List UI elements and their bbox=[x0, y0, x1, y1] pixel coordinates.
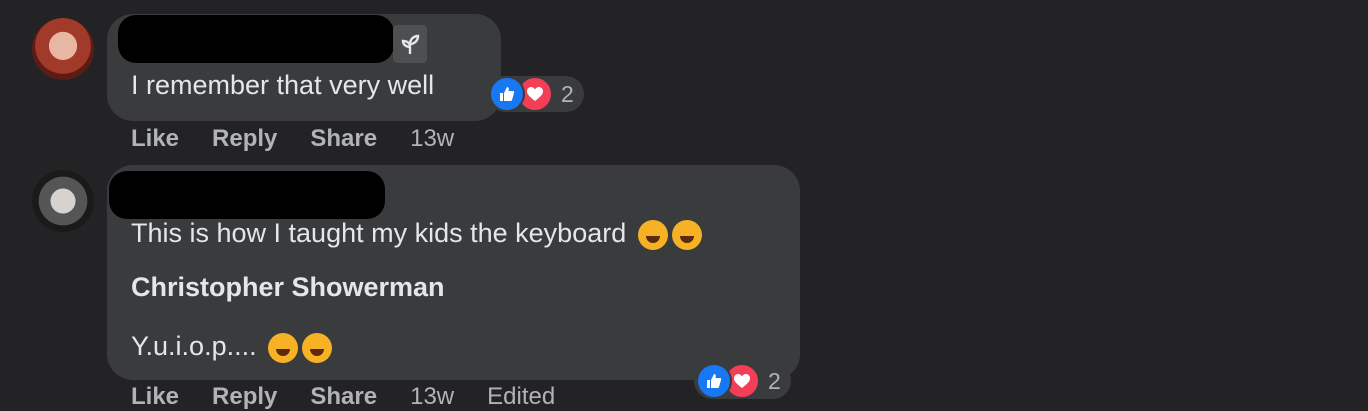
comment-text-content: This is how I taught my kids the keyboar… bbox=[131, 218, 627, 248]
like-button[interactable]: Like bbox=[131, 383, 179, 411]
comment-actions: Like Reply Share 13w Edited bbox=[131, 383, 555, 411]
laughing-emoji-icon bbox=[268, 332, 299, 363]
reply-button[interactable]: Reply bbox=[212, 383, 277, 411]
like-button[interactable]: Like bbox=[131, 125, 179, 153]
reaction-count: 2 bbox=[768, 367, 781, 394]
comment-actions: Like Reply Share 13w bbox=[131, 125, 487, 153]
rofl-emoji-icon bbox=[302, 332, 333, 363]
reply-button[interactable]: Reply bbox=[212, 125, 277, 153]
redacted-author-name bbox=[118, 15, 394, 63]
redacted-author-name bbox=[109, 171, 385, 219]
share-button[interactable]: Share bbox=[310, 383, 377, 411]
sprout-badge-icon bbox=[393, 25, 427, 63]
timestamp-link[interactable]: 13w bbox=[410, 383, 454, 411]
quoted-author-name[interactable]: Christopher Showerman bbox=[131, 272, 445, 303]
reaction-count: 2 bbox=[561, 80, 574, 107]
quoted-text-content: Y.u.i.o.p.... bbox=[131, 331, 257, 361]
laughing-emoji-icon bbox=[637, 219, 668, 250]
comment-text: This is how I taught my kids the keyboar… bbox=[131, 218, 702, 250]
share-button[interactable]: Share bbox=[310, 125, 377, 153]
like-icon bbox=[489, 76, 525, 112]
avatar[interactable] bbox=[32, 170, 94, 232]
quoted-text: Y.u.i.o.p.... bbox=[131, 331, 333, 363]
edited-label[interactable]: Edited bbox=[487, 383, 555, 411]
rofl-emoji-icon bbox=[671, 219, 702, 250]
timestamp-link[interactable]: 13w bbox=[410, 125, 454, 153]
comment-text: I remember that very well bbox=[131, 70, 435, 100]
reaction-summary[interactable]: 2 bbox=[487, 76, 584, 112]
like-icon bbox=[696, 363, 732, 399]
avatar[interactable] bbox=[32, 18, 94, 80]
reaction-summary[interactable]: 2 bbox=[694, 363, 791, 399]
